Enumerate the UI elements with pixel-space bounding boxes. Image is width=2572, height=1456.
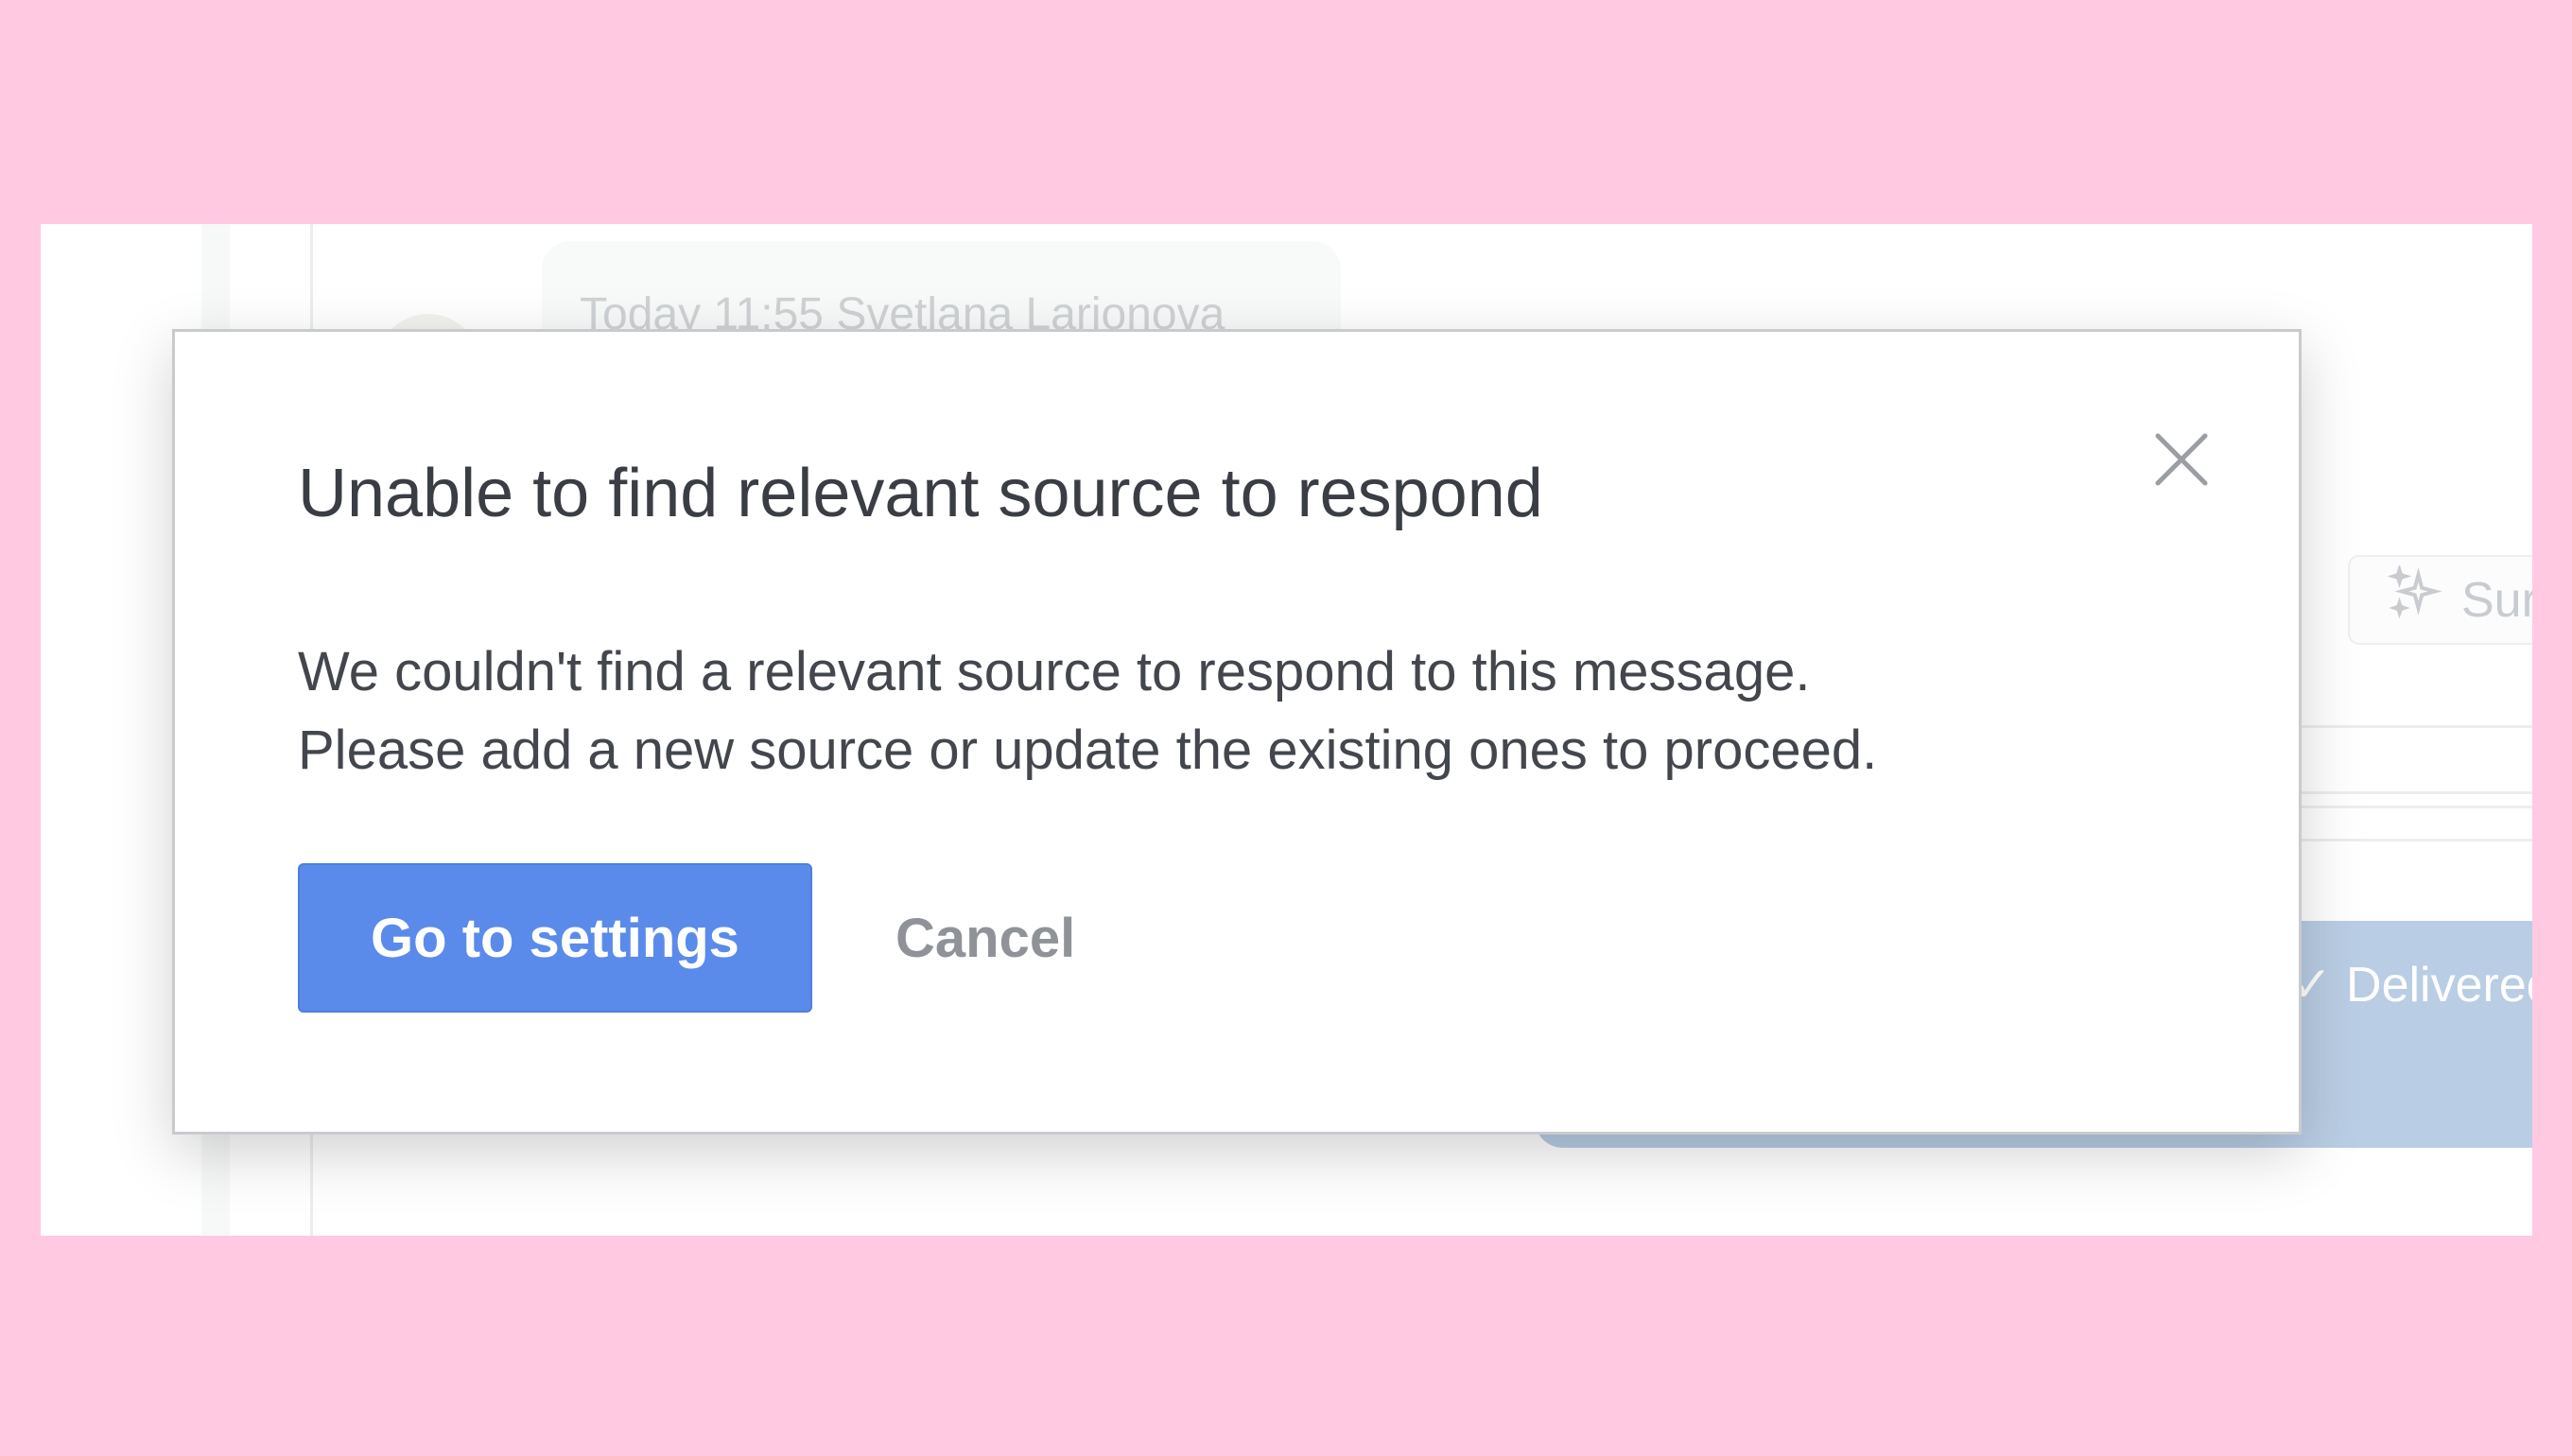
error-dialog: Unable to find relevant source to respon… [172, 329, 2302, 1135]
sparkles-icon [2387, 563, 2444, 634]
summary-button-label: Sur [2461, 572, 2532, 628]
go-to-settings-button[interactable]: Go to settings [298, 863, 812, 1013]
dialog-message-line: We couldn't find a relevant source to re… [298, 641, 1811, 702]
cancel-button[interactable]: Cancel [877, 863, 1094, 1013]
close-button[interactable] [2148, 426, 2215, 493]
delivered-status: ✓ Delivered [2291, 958, 2532, 1013]
close-icon [2148, 433, 2215, 496]
dialog-title: Unable to find relevant source to respon… [298, 456, 1543, 531]
summary-button[interactable]: Sur [2348, 555, 2532, 645]
dialog-message-line: Please add a new source or update the ex… [298, 719, 1878, 781]
dialog-message: We couldn't find a relevant source to re… [298, 633, 2151, 789]
